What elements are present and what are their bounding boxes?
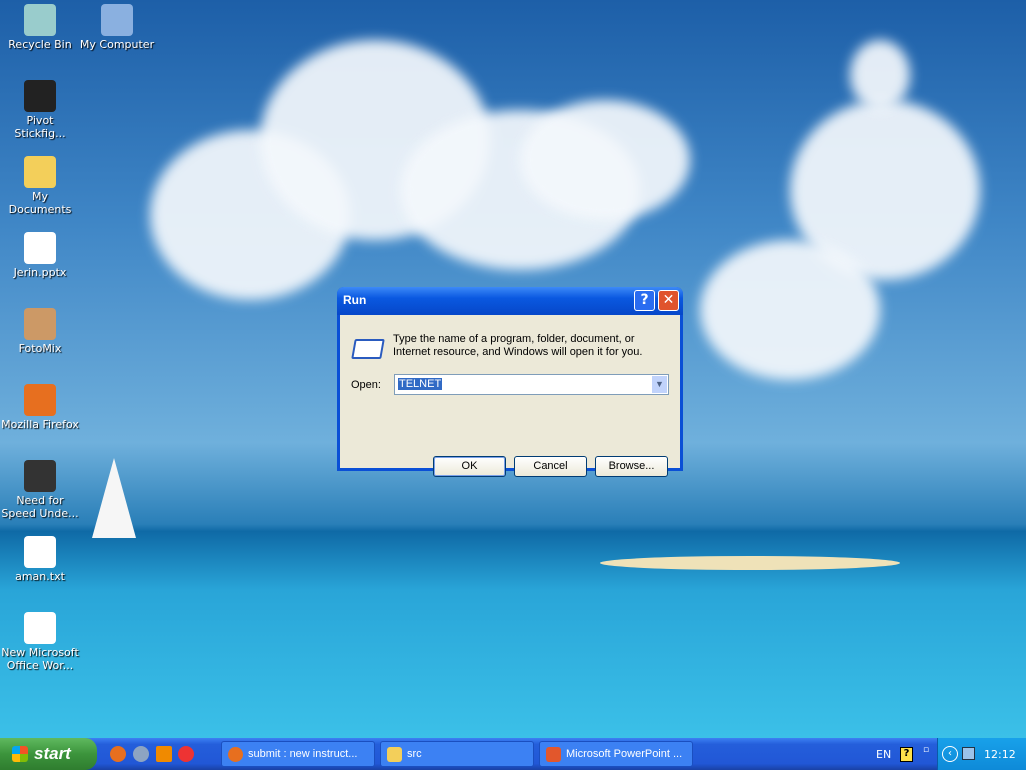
chevron-down-icon[interactable]: ▼: [652, 376, 667, 393]
quick-launch-vlc-icon[interactable]: [156, 746, 172, 762]
quick-launch-firefox-icon[interactable]: [110, 746, 126, 762]
task-src-folder[interactable]: src: [380, 741, 534, 767]
desktop-icon[interactable]: Jerin.pptx: [1, 232, 79, 279]
open-combobox[interactable]: TELNET ▼: [394, 374, 669, 395]
desktop-icon-label: My Computer: [79, 38, 155, 51]
run-dialog: Run ? ✕ Type the name of a program, fold…: [337, 287, 683, 477]
desktop-icon-label: My Documents: [8, 190, 72, 216]
island: [600, 556, 900, 570]
title-bar[interactable]: Run ? ✕: [337, 287, 683, 315]
network-icon[interactable]: [962, 747, 975, 760]
desktop-icon[interactable]: New Microsoft Office Wor...: [1, 612, 79, 672]
desktop-icon-label: Recycle Bin: [8, 38, 72, 51]
desktop-icon[interactable]: My Documents: [1, 156, 79, 216]
run-description: Type the name of a program, folder, docu…: [393, 333, 643, 358]
desktop-icon-label: Pivot Stickfig...: [14, 114, 66, 140]
desktop-icon[interactable]: My Computer: [78, 4, 156, 51]
desktop-icon[interactable]: FotoMix: [1, 308, 79, 355]
desktop-icon-label: Need for Speed Unde...: [1, 494, 79, 520]
system-tray: ‹ 12:12: [937, 738, 1026, 770]
cancel-button[interactable]: Cancel: [514, 456, 587, 477]
desktop-icon[interactable]: Mozilla Firefox: [1, 384, 79, 431]
desktop: Recycle Bin My Computer Pivot Stickfig... M…: [0, 0, 1026, 738]
windows-logo-icon: [12, 746, 28, 762]
browse-button[interactable]: Browse...: [595, 456, 668, 477]
ok-button[interactable]: OK: [433, 456, 506, 477]
quick-launch-app-icon[interactable]: [178, 746, 194, 762]
desktop-icon-label: New Microsoft Office Wor...: [1, 646, 79, 672]
powerpoint-icon: [546, 747, 561, 762]
language-indicator[interactable]: EN: [876, 748, 891, 761]
open-input[interactable]: TELNET: [398, 378, 443, 390]
quick-launch-media-player-icon[interactable]: [133, 746, 149, 762]
run-icon: [351, 339, 385, 359]
task-label: Microsoft PowerPoint ...: [566, 748, 683, 760]
task-firefox[interactable]: submit : new instruct...: [221, 741, 375, 767]
desktop-icon[interactable]: Pivot Stickfig...: [1, 80, 79, 140]
start-button[interactable]: start: [0, 738, 97, 770]
clock[interactable]: 12:12: [984, 748, 1016, 761]
help-tray-icon[interactable]: ?: [900, 747, 913, 762]
desktop-icon[interactable]: Need for Speed Unde...: [1, 460, 79, 520]
powerpoint-file-icon: [24, 232, 56, 264]
fotomix-icon: [24, 308, 56, 340]
desktop-icon[interactable]: Recycle Bin: [1, 4, 79, 51]
restore-tray-icon[interactable]: ▫: [923, 745, 929, 755]
task-label: submit : new instruct...: [248, 748, 358, 760]
dialog-title: Run: [343, 293, 367, 307]
recycle-bin-icon: [24, 4, 56, 36]
help-button[interactable]: ?: [634, 290, 655, 311]
task-powerpoint[interactable]: Microsoft PowerPoint ...: [539, 741, 693, 767]
open-label: Open:: [351, 379, 381, 391]
my-computer-icon: [101, 4, 133, 36]
desktop-icon[interactable]: aman.txt: [1, 536, 79, 583]
sailboat: [92, 458, 136, 538]
word-file-icon: [24, 612, 56, 644]
text-file-icon: [24, 536, 56, 568]
taskbar: start submit : new instruct... src Micro…: [0, 738, 1026, 770]
my-documents-icon: [24, 156, 56, 188]
desktop-icon-label: FotoMix: [18, 342, 62, 355]
task-label: src: [407, 748, 422, 760]
nfs-icon: [24, 460, 56, 492]
firefox-icon: [24, 384, 56, 416]
desktop-icon-label: aman.txt: [15, 570, 65, 583]
desktop-icon-label: Jerin.pptx: [13, 266, 67, 279]
close-button[interactable]: ✕: [658, 290, 679, 311]
start-label: start: [34, 744, 71, 763]
folder-icon: [387, 747, 402, 762]
show-hidden-icons-button[interactable]: ‹: [942, 746, 958, 762]
desktop-icon-label: Mozilla Firefox: [1, 418, 79, 431]
pivot-stickfigure-icon: [24, 80, 56, 112]
firefox-icon: [228, 747, 243, 762]
